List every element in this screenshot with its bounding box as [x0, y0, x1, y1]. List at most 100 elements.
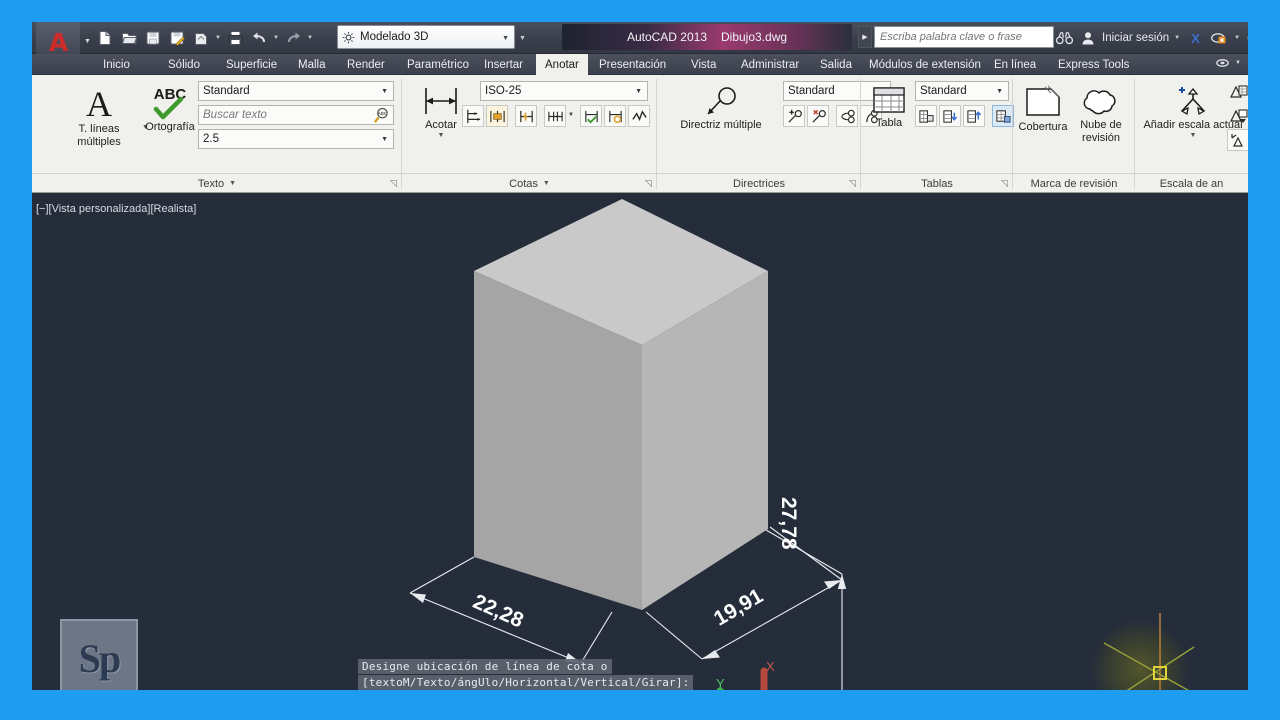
revcloud-button[interactable]: Nube de revisión — [1071, 83, 1131, 144]
tab-anotar[interactable]: Anotar — [536, 54, 588, 75]
tab-solido[interactable]: Sólido — [159, 54, 209, 75]
tab-parametrico[interactable]: Paramétrico — [398, 54, 478, 75]
tab-express-tools[interactable]: Express Tools — [1049, 54, 1138, 75]
undo-icon[interactable] — [248, 27, 270, 49]
plot-preview-chevron-icon[interactable]: ▼ — [214, 35, 222, 41]
redo-chevron-icon[interactable]: ▼ — [306, 35, 314, 41]
tab-malla[interactable]: Malla — [289, 54, 334, 75]
panel-marca-revision-footer[interactable]: Marca de revisión — [1013, 173, 1135, 193]
workspace-extra-chevron-icon[interactable]: ▼ — [519, 35, 526, 42]
tab-salida[interactable]: Salida — [811, 54, 861, 75]
document-filename: Dibujo3.dwg — [721, 30, 787, 44]
table-style-chevron-icon[interactable]: ▼ — [996, 88, 1003, 95]
sign-in-label[interactable]: Iniciar sesión — [1102, 32, 1169, 44]
tab-vista[interactable]: Vista — [682, 54, 725, 75]
new-icon[interactable] — [94, 27, 116, 49]
tab-inicio[interactable]: Inicio — [94, 54, 139, 75]
panel-cotas-chevron-icon[interactable]: ▼ — [543, 180, 550, 187]
panel-tablas-dialog-launcher[interactable]: ◸ — [1001, 178, 1008, 189]
tab-insertar[interactable]: Insertar — [475, 54, 532, 75]
tab-en-linea[interactable]: En línea — [985, 54, 1045, 75]
workspace-chevron-icon[interactable]: ▼ — [502, 35, 509, 42]
tab-superficie[interactable]: Superficie — [217, 54, 286, 75]
saveas-icon[interactable] — [166, 27, 188, 49]
anno-sync-icon[interactable] — [1227, 105, 1248, 127]
autodesk360-icon[interactable] — [1209, 28, 1229, 48]
table-icon — [870, 85, 908, 117]
leader-add-icon[interactable] — [783, 105, 805, 127]
dim-style-combo[interactable]: ISO-25 ▼ — [480, 81, 648, 101]
table-link-icon[interactable] — [963, 105, 985, 127]
height-dimension-text[interactable]: 27,78 — [776, 497, 800, 550]
table-style-combo[interactable]: Standard ▼ — [915, 81, 1009, 101]
ribbon-display-chevron-icon[interactable]: ▼ — [1234, 60, 1242, 66]
leader-align-icon[interactable] — [836, 105, 858, 127]
workspace-selector[interactable]: Modelado 3D ▼ — [337, 25, 515, 49]
panel-cotas-dialog-launcher[interactable]: ◸ — [645, 178, 652, 189]
panel-texto-dialog-launcher[interactable]: ◸ — [390, 178, 397, 189]
undo-chevron-icon[interactable]: ▼ — [272, 35, 280, 41]
multiline-text-button[interactable]: A T. líneas múltiples — [58, 83, 140, 148]
dim-space-icon[interactable] — [544, 105, 566, 127]
find-text-search-icon[interactable]: ABC — [373, 107, 390, 127]
leader-remove-icon[interactable] — [807, 105, 829, 127]
dim-baseline-icon[interactable] — [462, 105, 484, 127]
binoculars-icon[interactable] — [1054, 28, 1074, 48]
dim-style-chevron-icon[interactable]: ▼ — [635, 88, 642, 95]
tab-modulos-extension[interactable]: Módulos de extensión — [860, 54, 990, 75]
table-insert-icon[interactable] — [915, 105, 937, 127]
autodesk360-chevron-icon[interactable]: ▼ — [1233, 35, 1241, 41]
table-button[interactable]: Tabla — [865, 85, 913, 130]
save-icon[interactable] — [142, 27, 164, 49]
anno-list-icon[interactable] — [1227, 81, 1248, 103]
dimension-chevron-icon[interactable]: ▼ — [438, 132, 445, 140]
dim-space-chevron-icon[interactable]: ▼ — [567, 112, 575, 118]
multileader-button[interactable]: Directriz múltiple — [661, 85, 781, 132]
add-current-scale-chevron-icon[interactable]: ▼ — [1190, 132, 1197, 140]
multiline-text-label-2: múltiples — [77, 136, 120, 149]
panel-texto-footer[interactable]: Texto ▼ ◸ — [32, 173, 402, 193]
panel-directrices-dialog-launcher[interactable]: ◸ — [849, 178, 856, 189]
table-export-icon[interactable] — [939, 105, 961, 127]
dimension-label: Acotar — [425, 119, 457, 132]
application-menu-chevron-icon[interactable]: ▼ — [84, 38, 91, 45]
tab-render[interactable]: Render — [338, 54, 394, 75]
dim-inspect-icon[interactable] — [580, 105, 602, 127]
command-prompt-line-1: Designe ubicación de línea de cota o — [358, 659, 612, 674]
search-field[interactable] — [874, 26, 1054, 48]
tab-administrar[interactable]: Administrar — [732, 54, 808, 75]
redo-icon[interactable] — [282, 27, 304, 49]
exchange-icon[interactable]: X — [1185, 28, 1205, 48]
find-text-input[interactable] — [203, 109, 389, 121]
tab-presentacion[interactable]: Presentación — [590, 54, 675, 75]
search-history-chevron-icon[interactable]: ▶ — [858, 26, 872, 48]
wipeout-button[interactable]: Cobertura — [1015, 83, 1071, 134]
panel-texto-chevron-icon[interactable]: ▼ — [229, 180, 236, 187]
drawing-viewport[interactable]: [−][Vista personalizada][Realista] — [32, 193, 1248, 690]
spell-check-button[interactable]: ABC Ortografía — [134, 83, 206, 134]
panel-cotas-footer[interactable]: Cotas ▼ ◸ — [402, 173, 657, 193]
sign-in-chevron-icon[interactable]: ▼ — [1173, 35, 1181, 41]
print-icon[interactable] — [224, 27, 246, 49]
plot-preview-icon[interactable] — [190, 27, 212, 49]
dim-jog-icon[interactable] — [628, 105, 650, 127]
search-input[interactable] — [880, 31, 1048, 43]
table-data-link-icon[interactable] — [992, 105, 1014, 127]
dim-continue-icon[interactable] — [486, 105, 508, 127]
text-height-combo[interactable]: 2.5 ▼ — [198, 129, 394, 149]
panel-tablas-footer[interactable]: Tablas ◸ — [861, 173, 1013, 193]
dim-update-icon[interactable] — [604, 105, 626, 127]
find-text-field[interactable]: ABC — [198, 105, 394, 125]
panel-escala-anotacion-footer[interactable]: Escala de an — [1135, 173, 1248, 193]
titlebar-right-tools: Iniciar sesión ▼ X ▼ ? — [1054, 26, 1248, 50]
text-height-chevron-icon[interactable]: ▼ — [381, 136, 388, 143]
text-style-chevron-icon[interactable]: ▼ — [381, 88, 388, 95]
anno-object-icon[interactable] — [1227, 129, 1248, 151]
panel-directrices-footer[interactable]: Directrices ◸ — [657, 173, 861, 193]
dim-quick-icon[interactable] — [515, 105, 537, 127]
open-icon[interactable] — [118, 27, 140, 49]
help-icon[interactable]: ? — [1245, 28, 1248, 48]
user-icon[interactable] — [1078, 28, 1098, 48]
panel-marca-revision: Cobertura Nube de revisión Marca de revi… — [1013, 75, 1135, 193]
text-style-combo[interactable]: Standard ▼ — [198, 81, 394, 101]
